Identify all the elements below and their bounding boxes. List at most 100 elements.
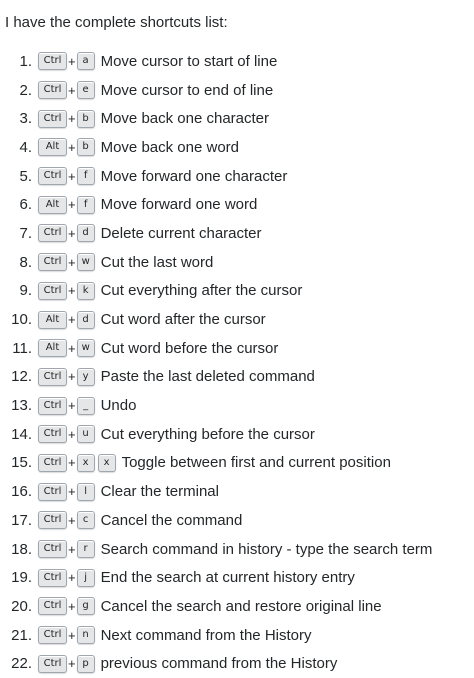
plus-sign: + (68, 312, 76, 328)
list-item: 1. Ctrl + a Move cursor to start of line (0, 47, 432, 76)
list-item: 14. Ctrl + u Cut everything before the curso… (0, 420, 432, 449)
modifier-key: Ctrl (38, 482, 67, 501)
list-item: 5. Ctrl + f Move forward one character (0, 162, 432, 191)
plus-sign: + (68, 82, 76, 98)
modifier-key: Ctrl (38, 597, 67, 616)
shortcut-description: Move forward one word (100, 196, 258, 214)
modifier-key: Ctrl (38, 511, 67, 530)
key-combination: Ctrl + p (38, 654, 95, 673)
plus-sign: + (68, 570, 76, 586)
shortcut-description: End the search at current history entry (100, 569, 355, 587)
letter-key: x (76, 453, 95, 472)
shortcut-description: Cut word before the cursor (100, 339, 279, 357)
list-item: 7. Ctrl + d Delete current character (0, 219, 432, 248)
key-combination: Ctrl + j (38, 568, 95, 587)
plus-sign: + (68, 254, 76, 270)
item-number: 8. (19, 253, 32, 271)
key-combination: Ctrl + k (38, 281, 95, 300)
shortcut-description: Clear the terminal (100, 483, 219, 501)
item-number: 18. (11, 540, 32, 558)
list-item: 22. Ctrl + p previous command from the Histo… (0, 649, 432, 678)
item-number: 2. (19, 81, 32, 99)
plus-sign: + (68, 197, 76, 213)
plus-sign: + (68, 168, 76, 184)
letter-key: u (76, 425, 95, 444)
modifier-key: Alt (38, 339, 67, 358)
letter-key: y (76, 367, 95, 386)
letter-key: l (76, 482, 95, 501)
shortcut-description: Move back one word (100, 138, 239, 156)
plus-sign: + (68, 139, 76, 155)
letter-key: b (76, 138, 95, 157)
modifier-key: Ctrl (38, 396, 67, 415)
letter-key: e (76, 81, 95, 100)
modifier-key: Ctrl (38, 224, 67, 243)
letter-key: d (76, 224, 95, 243)
list-item: 3. Ctrl + b Move back one character (0, 104, 432, 133)
shortcut-description: Move cursor to end of line (100, 81, 274, 99)
key-combination: Ctrl + a (38, 52, 95, 71)
plus-sign: + (68, 512, 76, 528)
shortcut-description: Next command from the History (100, 626, 312, 644)
letter-key: n (76, 626, 95, 645)
list-item: 19. Ctrl + j End the search at current histo… (0, 563, 432, 592)
item-number: 22. (11, 655, 32, 673)
item-number: 9. (19, 282, 32, 300)
list-item: 11. Alt + w Cut word before the cursor (0, 334, 432, 363)
letter-key: w (76, 339, 95, 358)
letter-key: f (76, 195, 95, 214)
plus-sign: + (68, 340, 76, 356)
modifier-key: Ctrl (38, 425, 67, 444)
list-item: 9. Ctrl + k Cut everything after the cursor (0, 277, 432, 306)
key-combination: Ctrl + x x (38, 453, 116, 472)
shortcut-list: 1. Ctrl + a Move cursor to start of line 2. Ct… (0, 47, 432, 678)
key-combination: Ctrl + e (38, 81, 95, 100)
key-combination: Ctrl + g (38, 597, 95, 616)
list-item: 12. Ctrl + y Paste the last deleted command (0, 363, 432, 392)
item-number: 10. (11, 311, 32, 329)
list-item: 15. Ctrl + x x Toggle between first and curre… (0, 449, 432, 478)
letter-key: j (76, 568, 95, 587)
list-item: 10. Alt + d Cut word after the cursor (0, 305, 432, 334)
list-item: 8. Ctrl + w Cut the last word (0, 248, 432, 277)
key-combination: Ctrl + w (38, 253, 95, 272)
plus-sign: + (68, 541, 76, 557)
letter-key: b (76, 109, 95, 128)
shortcut-description: Cut everything after the cursor (100, 282, 303, 300)
shortcut-description: Cut everything before the cursor (100, 425, 315, 443)
plus-sign: + (68, 426, 76, 442)
shortcut-description: Move forward one character (100, 167, 288, 185)
plus-sign: + (68, 656, 76, 672)
item-number: 17. (11, 511, 32, 529)
modifier-key: Ctrl (38, 52, 67, 71)
item-number: 20. (11, 597, 32, 615)
plus-sign: + (68, 598, 76, 614)
list-item: 6. Alt + f Move forward one word (0, 190, 432, 219)
item-number: 11. (12, 339, 32, 357)
letter-key: c (76, 511, 95, 530)
plus-sign: + (68, 455, 76, 471)
modifier-key: Ctrl (38, 540, 67, 559)
key-combination: Ctrl + n (38, 626, 95, 645)
shortcut-description: Cancel the search and restore original l… (100, 597, 382, 615)
key-combination: Alt + b (38, 138, 95, 157)
shortcut-description: Delete current character (100, 224, 262, 242)
list-item: 13. Ctrl + _ Undo (0, 391, 432, 420)
key-combination: Ctrl + _ (38, 396, 95, 415)
list-item: 17. Ctrl + c Cancel the command (0, 506, 432, 535)
list-item: 4. Alt + b Move back one word (0, 133, 432, 162)
key-combination: Ctrl + b (38, 109, 95, 128)
key-combination: Ctrl + d (38, 224, 95, 243)
item-number: 1. (19, 52, 32, 70)
item-number: 14. (11, 425, 32, 443)
plus-sign: + (68, 53, 76, 69)
list-item: 20. Ctrl + g Cancel the search and restore o… (0, 592, 432, 621)
item-number: 7. (19, 224, 32, 242)
modifier-key: Ctrl (38, 453, 67, 472)
shortcut-description: Move back one character (100, 110, 270, 128)
letter-key: a (76, 52, 95, 71)
shortcut-description: previous command from the History (100, 655, 338, 673)
letter-key: k (76, 281, 95, 300)
modifier-key: Alt (38, 138, 67, 157)
item-number: 13. (11, 397, 32, 415)
